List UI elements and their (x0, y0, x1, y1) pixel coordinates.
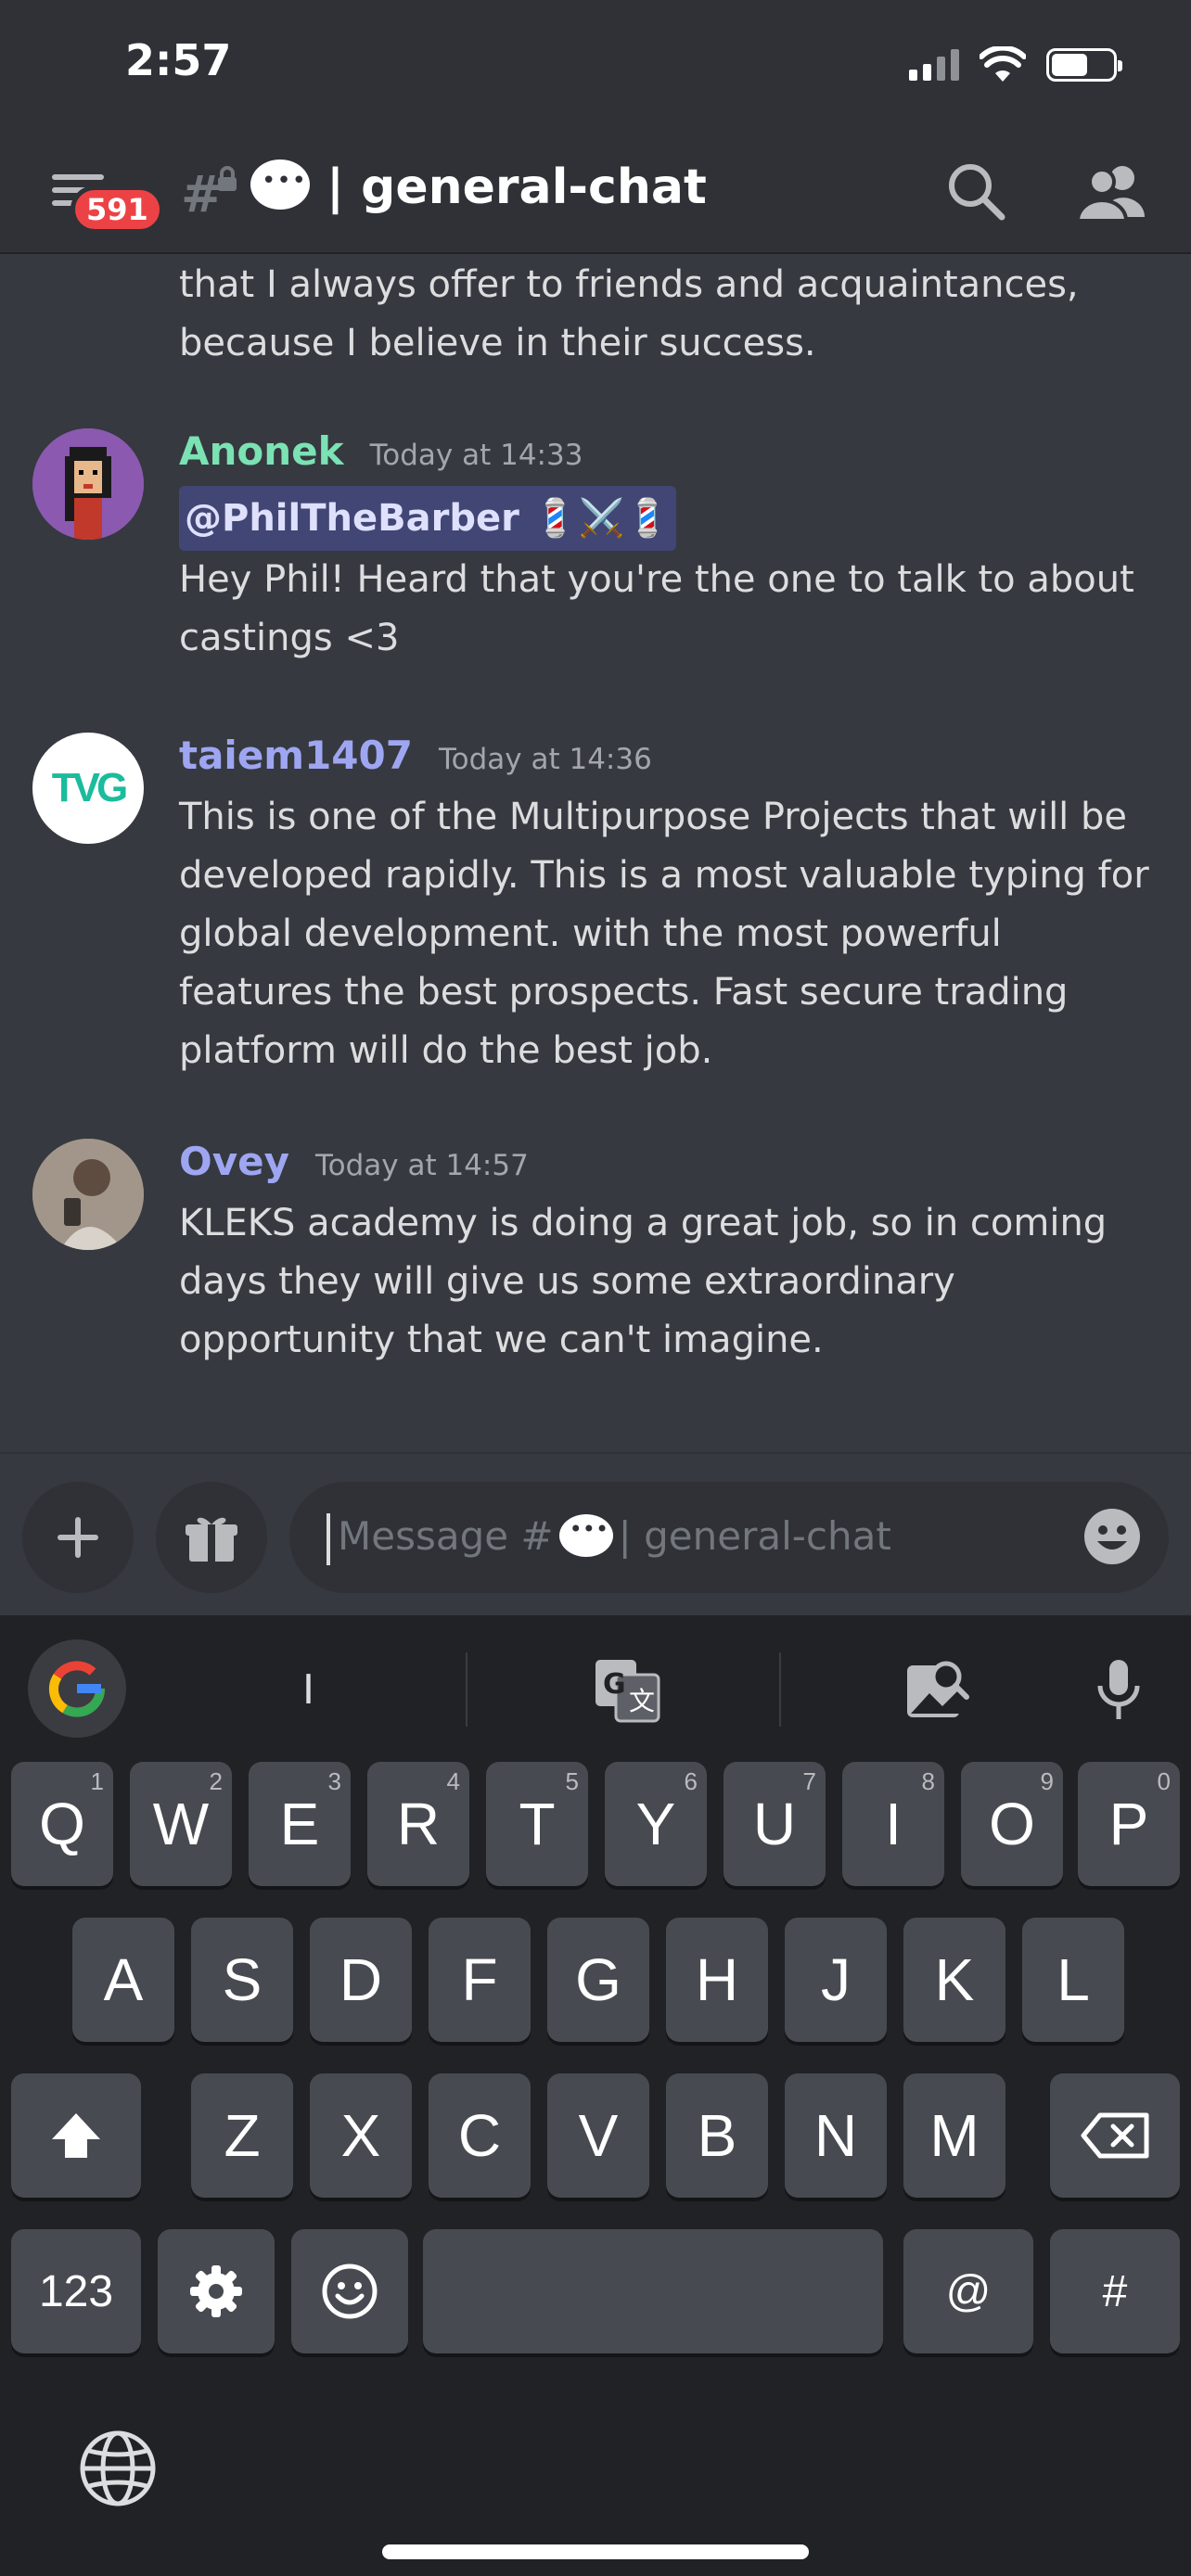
channel-title[interactable]: | general-chat (327, 159, 707, 215)
timestamp: Today at 14:36 (438, 743, 652, 776)
google-icon (49, 1661, 106, 1717)
google-button[interactable] (28, 1639, 126, 1738)
speech-bubble-icon: ••• (558, 1514, 613, 1557)
backspace-icon (1081, 2112, 1149, 2159)
keyboard: I G 文 Q1 W2 E3 R4 T5 Y6 U7 I8 O9 P0 A S … (0, 1615, 1191, 2576)
message-text: Hey Phil! Heard that you're the one to t… (179, 558, 1134, 659)
space-key[interactable] (423, 2229, 883, 2353)
avatar-logo-text: TVG (51, 765, 128, 810)
author-name[interactable]: Anonek (179, 428, 344, 474)
key-p[interactable]: P0 (1078, 1762, 1180, 1886)
plus-icon (58, 1517, 98, 1558)
hash-key[interactable]: # (1050, 2229, 1180, 2353)
gear-icon (190, 2265, 242, 2317)
server-menu-button[interactable]: 591 (48, 167, 164, 234)
shift-icon (52, 2113, 100, 2158)
lock-icon (218, 166, 237, 191)
numbers-key[interactable]: 123 (11, 2229, 141, 2353)
key-k[interactable]: K (903, 1918, 1005, 2042)
emoji-icon[interactable] (1083, 1508, 1141, 1565)
wifi-icon (980, 46, 1026, 82)
key-w[interactable]: W2 (130, 1762, 232, 1886)
keyboard-toolbar: I G 文 (0, 1615, 1191, 1754)
pixel-avatar-icon (32, 428, 144, 540)
message-text: This is one of the Multipurpose Projects… (179, 796, 1149, 1072)
settings-key[interactable] (158, 2229, 275, 2353)
key-m[interactable]: M (903, 2073, 1005, 2198)
message-text: KLEKS academy is doing a great job, so i… (179, 1202, 1108, 1361)
key-d[interactable]: D (310, 1918, 412, 2042)
key-s[interactable]: S (191, 1918, 293, 2042)
key-h[interactable]: H (666, 1918, 768, 2042)
status-icons (909, 46, 1122, 83)
key-i[interactable]: I8 (842, 1762, 944, 1886)
message-placeholder: Message # ••• | general-chat (338, 1513, 891, 1559)
key-y[interactable]: Y6 (605, 1762, 707, 1886)
speech-bubble-icon (250, 159, 310, 210)
members-icon[interactable] (1074, 159, 1148, 224)
at-key[interactable]: @ (903, 2229, 1033, 2353)
key-q[interactable]: Q1 (11, 1762, 113, 1886)
top-bar: 2:57 591 # | general-chat (0, 0, 1191, 254)
message-continuation: that I always offer to friends and acqua… (179, 263, 1079, 364)
svg-text:文: 文 (629, 1686, 655, 1716)
gift-icon (186, 1517, 237, 1562)
key-e[interactable]: E3 (249, 1762, 351, 1886)
avatar[interactable]: TVG (32, 733, 144, 844)
key-n[interactable]: N (785, 2073, 887, 2198)
suggestion-divider (779, 1652, 781, 1727)
key-x[interactable]: X (310, 2073, 412, 2198)
backspace-key[interactable] (1050, 2073, 1180, 2198)
home-indicator[interactable] (382, 2544, 809, 2559)
unread-badge: 591 (70, 185, 164, 234)
text-caret (327, 1513, 330, 1565)
microphone-icon[interactable] (1082, 1652, 1156, 1727)
key-r[interactable]: R4 (367, 1762, 469, 1886)
svg-text:G: G (603, 1668, 626, 1701)
battery-icon (1046, 48, 1122, 82)
key-o[interactable]: O9 (961, 1762, 1063, 1886)
photo-avatar-icon (32, 1139, 144, 1250)
image-search-icon[interactable] (900, 1652, 974, 1727)
avatar[interactable] (32, 428, 144, 540)
key-t[interactable]: T5 (486, 1762, 588, 1886)
message-list[interactable]: that I always offer to friends and acqua… (0, 256, 1191, 1452)
user-mention[interactable]: @PhilTheBarber 💈⚔️💈 (179, 486, 677, 551)
shift-key[interactable] (11, 2073, 141, 2198)
timestamp: Today at 14:33 (369, 439, 583, 472)
search-icon[interactable] (944, 159, 1009, 224)
status-time: 2:57 (125, 35, 232, 85)
message-composer: Message # ••• | general-chat (0, 1452, 1191, 1615)
smiley-icon (322, 2264, 378, 2319)
key-g[interactable]: G (547, 1918, 649, 2042)
key-z[interactable]: Z (191, 2073, 293, 2198)
key-j[interactable]: J (785, 1918, 887, 2042)
author-name[interactable]: taiem1407 (179, 733, 413, 778)
key-u[interactable]: U7 (724, 1762, 826, 1886)
timestamp: Today at 14:57 (314, 1149, 529, 1182)
suggestion-word[interactable]: I (302, 1666, 314, 1714)
cellular-signal-icon (909, 49, 959, 81)
key-f[interactable]: F (429, 1918, 531, 2042)
gift-button[interactable] (156, 1482, 267, 1593)
key-l[interactable]: L (1022, 1918, 1124, 2042)
key-c[interactable]: C (429, 2073, 531, 2198)
author-name[interactable]: Ovey (179, 1139, 289, 1184)
key-b[interactable]: B (666, 2073, 768, 2198)
globe-icon[interactable] (76, 2427, 160, 2510)
key-v[interactable]: V (547, 2073, 649, 2198)
message-input[interactable]: Message # ••• | general-chat (289, 1482, 1169, 1593)
avatar[interactable] (32, 1139, 144, 1250)
emoji-key[interactable] (291, 2229, 408, 2353)
add-attachment-button[interactable] (22, 1482, 134, 1593)
key-a[interactable]: A (72, 1918, 174, 2042)
translate-icon[interactable]: G 文 (590, 1652, 664, 1727)
suggestion-divider (466, 1652, 467, 1727)
